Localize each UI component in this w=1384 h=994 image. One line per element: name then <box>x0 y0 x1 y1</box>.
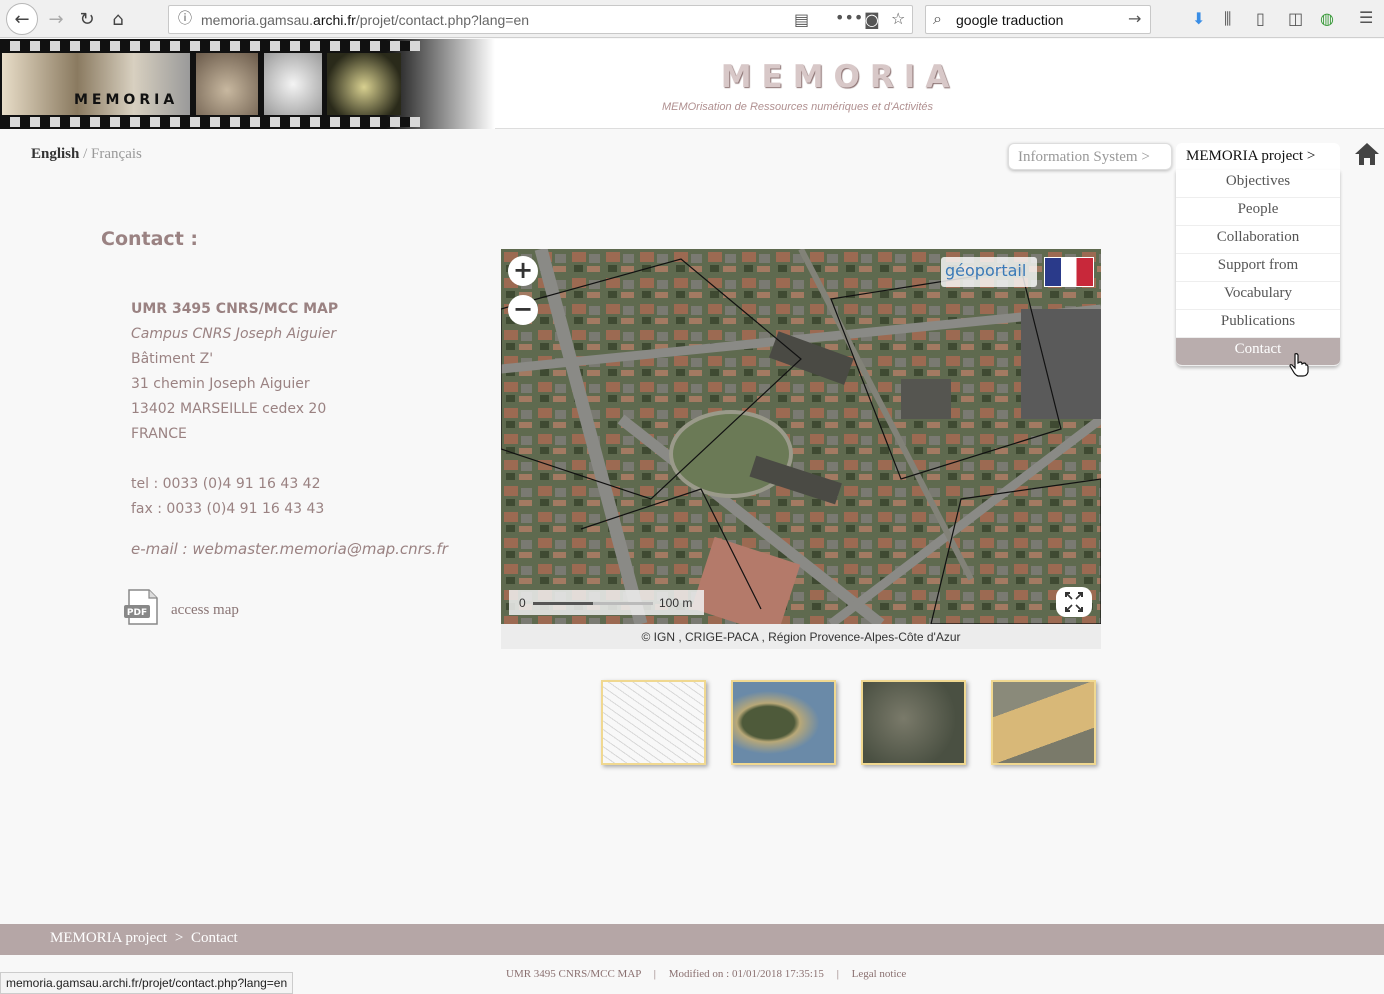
hand-cursor-icon <box>1289 353 1309 377</box>
contact-city: 13402 MARSEILLE cedex 20 <box>131 401 327 417</box>
breadcrumb-project[interactable]: MEMORIA project <box>50 930 167 946</box>
search-icon: ⌕ <box>933 9 942 28</box>
thumb-europe[interactable] <box>731 680 836 765</box>
nav-memoria-project[interactable]: MEMORIA project > <box>1176 143 1340 170</box>
contact-street: 31 chemin Joseph Aiguier <box>131 376 310 392</box>
contact-building: Bâtiment Z' <box>131 351 214 367</box>
back-button[interactable]: ← <box>6 3 38 35</box>
url-text: memoria.gamsau.archi.fr/projet/contact.p… <box>201 12 530 28</box>
legal-notice-link[interactable]: Legal notice <box>852 968 907 980</box>
url-bar[interactable]: ⓘ memoria.gamsau.archi.fr/projet/contact… <box>168 5 913 34</box>
home-button[interactable]: ⌂ <box>104 5 132 33</box>
fullscreen-button[interactable] <box>1056 587 1092 617</box>
contact-tel: tel : 0033 (0)4 91 16 43 42 <box>131 476 321 492</box>
footer-modified: Modified on : 01/01/2018 17:35:15 <box>668 968 824 980</box>
footer-info: UMR 3495 CNRS/MCC MAP | Modified on : 01… <box>506 968 906 980</box>
map-scale: 0 100 m <box>509 590 704 615</box>
browser-toolbar: ← → ↻ ⌂ ⓘ memoria.gamsau.archi.fr/projet… <box>0 0 1384 38</box>
library-icon[interactable]: ⫼ <box>1224 11 1231 27</box>
menu-item-contact[interactable]: Contact <box>1176 338 1340 366</box>
contact-fax: fax : 0033 (0)4 91 16 43 43 <box>131 501 325 517</box>
reader-view-icon[interactable]: ▤ <box>794 12 809 28</box>
fullscreen-icon <box>1065 592 1083 612</box>
contact-title: Contact : <box>101 228 198 250</box>
more-actions-icon[interactable]: ••• <box>835 10 863 26</box>
footer-breadcrumb: MEMORIA project > Contact <box>0 924 1384 955</box>
frame-drawing <box>264 53 322 115</box>
thumb-aerial[interactable] <box>861 680 966 765</box>
menu-item-collaboration[interactable]: Collaboration <box>1176 226 1340 254</box>
download-icon[interactable]: ⬇ <box>1192 11 1205 27</box>
contact-org: UMR 3495 CNRS/MCC MAP <box>131 301 339 317</box>
map-view[interactable]: + − géoportail 0 100 m <box>501 249 1101 624</box>
aerial-imagery <box>501 249 1101 624</box>
lang-french[interactable]: Français <box>91 146 142 162</box>
pdf-icon[interactable]: PDF <box>123 589 159 626</box>
site-home-icon[interactable] <box>1354 141 1380 167</box>
reload-icon: ↻ <box>79 8 95 30</box>
breadcrumb-separator: > <box>174 930 184 946</box>
arrow-left-icon: ← <box>14 8 30 30</box>
republique-francaise-logo <box>1044 257 1094 287</box>
frame-tower <box>196 53 258 115</box>
language-switch: English / Français <box>31 146 142 163</box>
breadcrumb-contact: Contact <box>191 930 238 946</box>
pocket-icon[interactable]: ◙ <box>864 12 880 28</box>
film-holes-top <box>0 41 420 51</box>
arrow-right-icon: → <box>48 8 64 30</box>
forward-button[interactable]: → <box>42 5 70 33</box>
home-icon: ⌂ <box>112 8 124 30</box>
menu-icon[interactable]: ☰ <box>1359 10 1373 26</box>
info-icon: ⓘ <box>178 11 192 27</box>
footer-separator: | <box>653 968 656 980</box>
contact-campus: Campus CNRS Joseph Aiguier <box>131 326 337 342</box>
lang-separator: / <box>83 146 88 162</box>
scale-end: 100 m <box>659 596 693 610</box>
menu-item-people[interactable]: People <box>1176 198 1340 226</box>
contact-country: FRANCE <box>131 426 187 442</box>
footer-org: UMR 3495 CNRS/MCC MAP <box>506 968 641 980</box>
geoportail-wordmark: géoportail <box>941 257 1037 287</box>
zoom-in-button[interactable]: + <box>508 256 538 286</box>
scale-bar <box>533 602 653 605</box>
zoom-out-button[interactable]: − <box>508 295 538 325</box>
menu-item-publications[interactable]: Publications <box>1176 310 1340 338</box>
scale-start: 0 <box>519 596 526 610</box>
map-attribution: © IGN , CRIGE-PACA , Région Provence-Alp… <box>501 624 1101 649</box>
site-title: MEMORIA <box>720 59 960 95</box>
site-subtitle: MEMOrisation de Ressources numériques et… <box>661 101 934 113</box>
nav-information-system[interactable]: Information System > <box>1008 143 1172 170</box>
geoportail-logo[interactable]: géoportail <box>941 257 1096 287</box>
access-map-link[interactable]: access map <box>171 602 239 619</box>
lang-english[interactable]: English <box>31 146 79 162</box>
frame-house <box>327 53 401 115</box>
thumb-cadastre[interactable] <box>991 680 1096 765</box>
menu-item-objectives[interactable]: Objectives <box>1176 170 1340 198</box>
site-banner: MEMORIA MEMORIA MEMOrisation de Ressourc… <box>0 39 1384 129</box>
sidebar-icon[interactable]: ◫ <box>1288 11 1303 27</box>
menu-item-vocabulary[interactable]: Vocabulary <box>1176 282 1340 310</box>
project-submenu: Objectives People Collaboration Support … <box>1176 170 1340 366</box>
pdf-label: PDF <box>127 608 147 618</box>
footer-separator: | <box>836 968 839 980</box>
bookmark-star-icon[interactable]: ☆ <box>891 11 905 27</box>
search-input[interactable]: google traduction <box>956 12 1063 28</box>
reload-button[interactable]: ↻ <box>73 5 101 33</box>
thumb-plan[interactable] <box>601 680 706 765</box>
page-icon[interactable]: ▯ <box>1256 11 1265 27</box>
menu-item-support[interactable]: Support from <box>1176 254 1340 282</box>
filmstrip-logo[interactable]: MEMORIA <box>0 39 495 129</box>
extension-icon[interactable]: ◍ <box>1320 11 1334 27</box>
logo-text: MEMORIA <box>74 92 179 108</box>
contact-email[interactable]: e-mail : webmaster.memoria@map.cnrs.fr <box>131 540 448 558</box>
status-bar-url: memoria.gamsau.archi.fr/projet/contact.p… <box>0 972 294 994</box>
search-go-icon[interactable]: → <box>1128 11 1141 27</box>
search-bar[interactable]: ⌕ google traduction → <box>925 5 1151 34</box>
film-holes-bottom <box>0 117 420 127</box>
